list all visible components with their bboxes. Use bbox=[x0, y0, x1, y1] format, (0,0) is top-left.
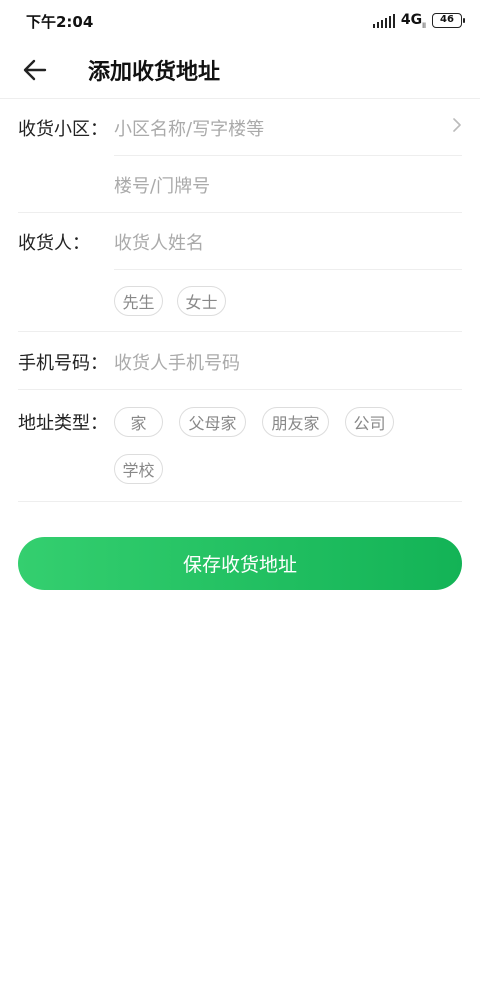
battery-level: 46 bbox=[440, 14, 454, 26]
building-input[interactable]: 楼号/门牌号 bbox=[114, 172, 462, 198]
save-address-button[interactable]: 保存收货地址 bbox=[18, 537, 462, 590]
gender-chip-mr[interactable]: 先生 bbox=[114, 286, 163, 316]
type-chip-company[interactable]: 公司 bbox=[345, 407, 394, 437]
address-form: 收货小区： 小区名称/写字楼等 楼号/门牌号 收货人： 收货人姓名 先生 女士 … bbox=[0, 99, 480, 502]
battery-icon: 46 bbox=[432, 13, 465, 29]
gender-row: 先生 女士 bbox=[0, 270, 480, 332]
status-indicators: 4Gll 46 bbox=[372, 12, 465, 30]
divider bbox=[18, 501, 462, 502]
network-type: 4Gll bbox=[401, 12, 426, 30]
back-button[interactable] bbox=[0, 42, 70, 99]
phone-row: 手机号码： 收货人手机号码 bbox=[0, 332, 480, 390]
network-sub: ll bbox=[422, 21, 426, 30]
consignee-row: 收货人： 收货人姓名 bbox=[0, 213, 480, 270]
phone-label: 手机号码： bbox=[18, 353, 108, 374]
arrow-left-icon bbox=[23, 59, 47, 81]
type-chip-school[interactable]: 学校 bbox=[114, 454, 163, 484]
community-row[interactable]: 收货小区： 小区名称/写字楼等 bbox=[0, 99, 480, 156]
type-chip-friends[interactable]: 朋友家 bbox=[262, 407, 329, 437]
community-label: 收货小区： bbox=[18, 119, 108, 140]
nav-bar: 添加收货地址 bbox=[0, 42, 480, 99]
phone-input[interactable]: 收货人手机号码 bbox=[114, 349, 462, 375]
type-chip-parents[interactable]: 父母家 bbox=[179, 407, 246, 437]
building-row: 楼号/门牌号 bbox=[0, 156, 480, 213]
gender-chip-ms[interactable]: 女士 bbox=[177, 286, 226, 316]
type-chip-home[interactable]: 家 bbox=[114, 407, 163, 437]
address-type-label: 地址类型： bbox=[18, 413, 108, 434]
page-title: 添加收货地址 bbox=[88, 60, 221, 85]
consignee-label: 收货人： bbox=[18, 233, 90, 254]
status-time: 下午2:04 bbox=[26, 12, 94, 31]
chevron-right-icon bbox=[453, 118, 461, 132]
consignee-input[interactable]: 收货人姓名 bbox=[114, 229, 462, 255]
network-label: 4G bbox=[400, 12, 423, 29]
address-type-row: 地址类型： 家 父母家 朋友家 公司 学校 bbox=[0, 390, 480, 502]
signal-icon bbox=[372, 13, 395, 28]
status-bar: 下午2:04 4Gll 46 bbox=[0, 0, 480, 42]
community-input[interactable]: 小区名称/写字楼等 bbox=[114, 115, 462, 141]
